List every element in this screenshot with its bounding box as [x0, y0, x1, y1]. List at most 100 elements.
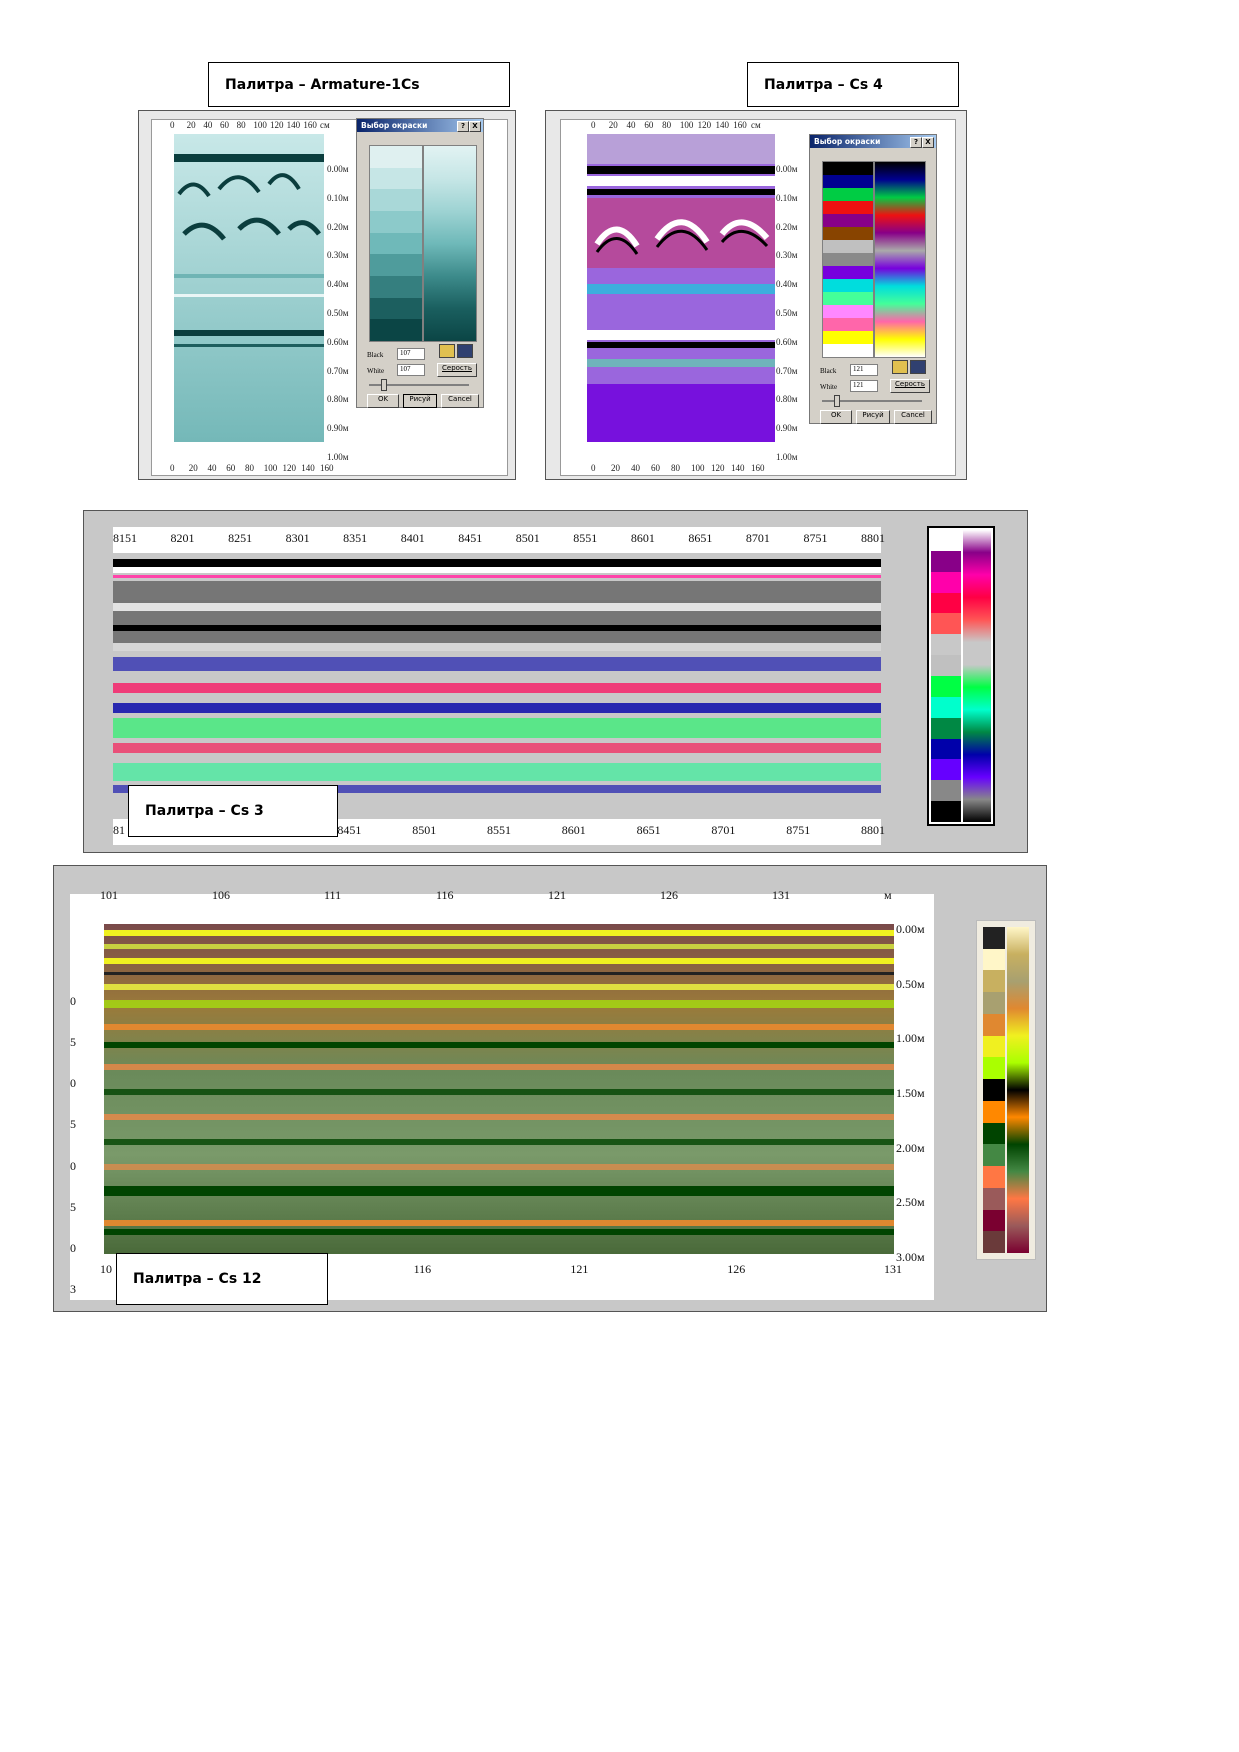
ok-button-cs4[interactable]: OK [820, 410, 852, 424]
scale-label: см [320, 120, 330, 130]
depth-label: 0 [70, 994, 76, 1008]
depth-label: 5 [70, 1117, 76, 1132]
help-button-cs4[interactable]: ? [910, 137, 922, 148]
palette-swatch [931, 780, 961, 802]
palette-swatch [983, 992, 1005, 1015]
caption-cs12-text: Палитра – Cs 12 [133, 1271, 262, 1287]
scale-label: 8751 [786, 823, 811, 837]
scale-label: 20 [186, 120, 196, 130]
depth-label: 0.20м [776, 221, 798, 232]
scale-label: 120 [282, 463, 297, 473]
palette-swatch [931, 571, 961, 593]
palette-swatches-cs12 [983, 927, 1005, 1254]
scale-label: 100 [691, 463, 705, 473]
palette-swatch [823, 188, 873, 201]
depth-label: 0 [70, 1240, 76, 1255]
grey-button-armature[interactable]: Серость [437, 363, 477, 377]
scale-label: 8501 [412, 823, 437, 837]
depth-label: 1.00м [896, 1031, 925, 1046]
slider-thumb-armature[interactable] [381, 379, 387, 391]
draw-button-armature[interactable]: Рисуй [403, 394, 437, 408]
scale-label: 8801 [861, 823, 885, 837]
cancel-button-cs4[interactable]: Cancel [894, 410, 932, 424]
ok-button-armature[interactable]: OK [367, 394, 399, 408]
caption-cs4-text: Палитра – Cs 4 [764, 76, 883, 93]
depth-scale-cs4: 0.00м 0.10м 0.20м 0.30м 0.40м 0.50м 0.60м 0.70м… [776, 164, 812, 464]
scale-label: 60 [220, 120, 229, 130]
close-button-cs4[interactable]: X [922, 137, 934, 148]
cancel-button-armature[interactable]: Cancel [441, 394, 479, 408]
palette-swatch [370, 146, 422, 168]
white-label-armature: White [367, 367, 385, 375]
palette-swatch [983, 1144, 1005, 1167]
depth-scale-cs12: 0.00м 0.50м 1.00м 1.50м 2.00м 2.50м 3.00м [896, 922, 936, 1264]
caption-cs3-text: Палитра – Cs 3 [145, 803, 264, 819]
palette-swatch [983, 1013, 1005, 1036]
palette-swatch [931, 717, 961, 739]
palette-gradient-cs12 [1007, 927, 1029, 1253]
scale-label: 8151 [113, 531, 137, 545]
scale-label: 160 [320, 463, 334, 473]
depth-label: 0.70м [776, 365, 798, 376]
bottom-scale-cs4: 0 20 40 60 80 100 120 140 160 [591, 463, 771, 475]
palette-swatch [370, 189, 422, 212]
depth-label: 3 [70, 1282, 76, 1296]
scale-label: 60 [644, 120, 654, 130]
open-folder-icon[interactable] [439, 344, 455, 358]
scale-label: 8651 [688, 531, 713, 545]
palette-swatches-cs4[interactable] [822, 161, 874, 358]
palette-legend-cs12 [976, 920, 1036, 1260]
white-input-armature[interactable]: 107 [397, 364, 425, 376]
help-button-armature[interactable]: ? [457, 121, 469, 132]
scale-label: 8351 [343, 531, 368, 545]
scale-label: 80 [236, 120, 246, 130]
slider-thumb-cs4[interactable] [834, 395, 840, 407]
black-input-cs4[interactable]: 121 [850, 364, 878, 376]
palette-swatch [931, 530, 961, 551]
palette-swatch [823, 305, 873, 318]
save-disk-icon[interactable] [910, 360, 926, 374]
scale-label: см [751, 120, 761, 130]
black-input-armature[interactable]: 107 [397, 348, 425, 360]
draw-button-cs4[interactable]: Рисуй [856, 410, 890, 424]
palette-swatch [983, 1166, 1005, 1189]
scale-label: 160 [733, 120, 747, 130]
depth-label: 1.50м [896, 1086, 925, 1100]
depth-label: 0.30м [327, 250, 349, 261]
scale-label: 120 [270, 120, 284, 130]
palette-swatch [983, 948, 1005, 971]
scale-label: 111 [324, 888, 342, 902]
palette-swatch [931, 801, 961, 823]
depth-label: 0.20м [327, 221, 349, 232]
white-input-cs4[interactable]: 121 [850, 380, 878, 392]
palette-swatch [823, 162, 873, 175]
radargram-window-cs12: 101 106 111 116 121 126 131 м 05050503 0… [70, 888, 936, 1300]
bottom-scale-armature: 0 20 40 60 80 100 120 140 160 [170, 463, 340, 475]
grey-button-cs4[interactable]: Серость [890, 379, 930, 393]
scale-label: 8601 [561, 823, 586, 837]
palette-swatch [983, 1187, 1005, 1210]
scale-label: 100 [679, 120, 694, 130]
depth-label: 0.70м [327, 365, 349, 376]
top-scale-armature: 0 20 40 60 80 100 120 140 160 см [170, 120, 340, 132]
scale-label: 8551 [487, 823, 511, 837]
palette-swatches-armature[interactable] [369, 145, 423, 342]
depth-label: 1.00м [327, 452, 349, 462]
palette-gradient-armature [423, 145, 477, 342]
scale-label: 8651 [636, 823, 661, 837]
scale-label: 160 [303, 120, 317, 130]
depth-label: 0.00м [896, 922, 925, 936]
depth-label: 2.50м [896, 1195, 925, 1210]
save-disk-icon[interactable] [457, 344, 473, 358]
caption-cs3: Палитра – Cs 3 [128, 785, 338, 837]
scale-label: 40 [631, 463, 640, 473]
scale-label: 80 [662, 120, 672, 130]
scale-label: 8701 [711, 823, 736, 837]
radargram-cs12 [104, 924, 894, 1254]
palette-swatch [931, 634, 961, 656]
palette-swatch [931, 676, 961, 697]
close-button-armature[interactable]: X [469, 121, 481, 132]
open-folder-icon[interactable] [892, 360, 908, 374]
radargram-cs4 [587, 134, 775, 442]
scale-label: 131 [884, 1262, 902, 1276]
